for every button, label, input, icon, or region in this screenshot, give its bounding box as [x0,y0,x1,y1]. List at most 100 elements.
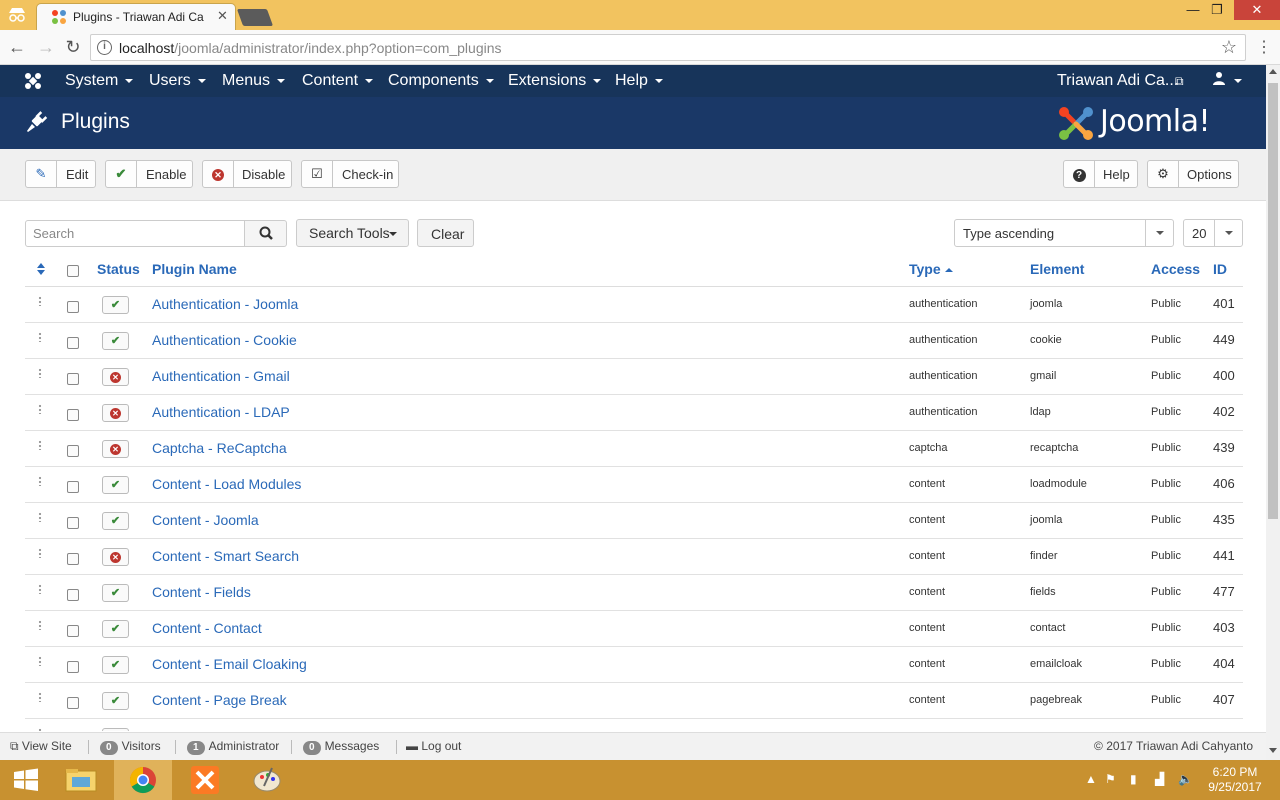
header-type[interactable]: Type [909,261,953,277]
battery-icon[interactable]: ▮ [1130,772,1137,786]
drag-handle-icon[interactable] [38,368,42,378]
plugin-name-link[interactable]: Captcha - ReCaptcha [152,440,287,456]
row-checkbox[interactable] [67,409,79,421]
drag-handle-icon[interactable] [38,584,42,594]
row-checkbox[interactable] [67,625,79,637]
status-toggle-button[interactable]: ✔ [102,728,129,731]
start-button[interactable] [0,760,58,800]
status-toggle-button[interactable]: ✕ [102,404,129,422]
new-tab-button[interactable] [236,9,274,26]
volume-icon[interactable]: 🔈 [1178,772,1193,786]
options-button[interactable]: ⚙ Options [1147,160,1239,188]
row-checkbox[interactable] [67,517,79,529]
limit-select[interactable]: 20 [1183,219,1243,247]
header-status[interactable]: Status [97,261,140,277]
taskbar-clock[interactable]: 6:20 PM 9/25/2017 [1200,765,1270,795]
search-tools-button[interactable]: Search Tools [296,219,409,247]
scroll-thumb[interactable] [1268,83,1278,519]
status-toggle-button[interactable]: ✔ [102,296,129,314]
row-checkbox[interactable] [67,445,79,457]
drag-handle-icon[interactable] [38,692,42,702]
status-toggle-button[interactable]: ✔ [102,620,129,638]
flag-icon[interactable]: ⚑ [1105,772,1116,786]
plugin-name-link[interactable]: Content - Load Modules [152,476,301,492]
edit-button[interactable]: ✎ Edit [25,160,96,188]
menu-help[interactable]: Help [615,72,663,90]
forward-arrow-icon[interactable]: → [35,36,57,58]
ordering-sort-icon[interactable] [36,262,46,276]
disable-button[interactable]: ✕ Disable [202,160,292,188]
clear-button[interactable]: Clear [417,219,474,247]
checkin-button[interactable]: ☑ Check-in [301,160,399,188]
user-icon[interactable] [1212,71,1226,89]
row-checkbox[interactable] [67,661,79,673]
select-all-checkbox[interactable] [67,265,79,277]
status-toggle-button[interactable]: ✔ [102,512,129,530]
sort-select[interactable]: Type ascending [954,219,1174,247]
plugin-name-link[interactable]: Authentication - Joomla [152,296,298,312]
file-explorer-task[interactable] [52,760,110,800]
row-checkbox[interactable] [67,481,79,493]
drag-handle-icon[interactable] [38,332,42,342]
back-arrow-icon[interactable]: ← [6,36,28,58]
status-toggle-button[interactable]: ✕ [102,548,129,566]
xampp-task[interactable] [176,760,234,800]
header-id[interactable]: ID [1213,261,1227,277]
drag-handle-icon[interactable] [38,548,42,558]
joomla-logo-icon[interactable] [24,72,42,90]
plugin-name-link[interactable]: Content - Smart Search [152,548,299,564]
header-element[interactable]: Element [1030,261,1084,277]
menu-menus[interactable]: Menus [222,72,285,90]
restore-button[interactable]: ❐ [1200,0,1234,20]
network-icon[interactable]: ▟ [1155,772,1164,786]
window-close-button[interactable]: ✕ [1234,0,1280,20]
drag-handle-icon[interactable] [38,620,42,630]
logout-link[interactable]: ▬ Log out [406,739,461,753]
paint-task[interactable] [238,760,296,800]
plugin-name-link[interactable]: Content - Email Cloaking [152,656,307,672]
row-checkbox[interactable] [67,553,79,565]
menu-content[interactable]: Content [302,72,373,90]
status-toggle-button[interactable]: ✔ [102,476,129,494]
scroll-up-arrow-icon[interactable] [1269,69,1277,74]
enable-button[interactable]: ✔ Enable [105,160,193,188]
scroll-down-arrow-icon[interactable] [1269,748,1277,753]
plugin-name-link[interactable]: Authentication - Gmail [152,368,290,384]
url-text[interactable]: localhost/joomla/administrator/index.php… [119,40,502,56]
drag-handle-icon[interactable] [38,476,42,486]
plugin-name-link[interactable]: Content - Fields [152,584,251,600]
header-access[interactable]: Access [1151,261,1200,277]
drag-handle-icon[interactable] [38,728,42,731]
plugin-name-link[interactable]: Content - Page Break [152,692,287,708]
site-name-link[interactable]: Triawan Adi Ca... [1057,72,1178,90]
bookmark-star-icon[interactable]: ☆ [1221,37,1237,58]
status-toggle-button[interactable]: ✔ [102,656,129,674]
row-checkbox[interactable] [67,301,79,313]
status-toggle-button[interactable]: ✕ [102,368,129,386]
search-input[interactable] [25,220,245,247]
status-toggle-button[interactable]: ✕ [102,440,129,458]
page-scrollbar[interactable] [1266,65,1280,760]
status-toggle-button[interactable]: ✔ [102,332,129,350]
row-checkbox[interactable] [67,697,79,709]
messages-link[interactable]: 0 Messages [303,739,379,755]
info-icon[interactable]: i [97,40,112,55]
status-toggle-button[interactable]: ✔ [102,584,129,602]
address-bar[interactable]: i localhost/joomla/administrator/index.p… [90,34,1246,61]
plugin-name-link[interactable]: Authentication - LDAP [152,404,290,420]
plugin-name-link[interactable]: Content - Joomla [152,512,259,528]
plugin-name-link[interactable]: Authentication - Cookie [152,332,297,348]
view-site-link[interactable]: ⧉ View Site [10,739,72,754]
header-plugin-name[interactable]: Plugin Name [152,261,237,277]
reload-icon[interactable]: ↻ [62,36,84,58]
tab-close-icon[interactable]: ✕ [217,8,228,24]
drag-handle-icon[interactable] [38,404,42,414]
status-toggle-button[interactable]: ✔ [102,692,129,710]
row-checkbox[interactable] [67,337,79,349]
menu-users[interactable]: Users [149,72,206,90]
drag-handle-icon[interactable] [38,440,42,450]
plugin-name-link[interactable]: Content - Page Navigation [152,728,316,731]
external-link-icon[interactable]: ⧉ [1175,74,1184,89]
search-button[interactable] [244,220,287,247]
menu-extensions[interactable]: Extensions [508,72,601,90]
